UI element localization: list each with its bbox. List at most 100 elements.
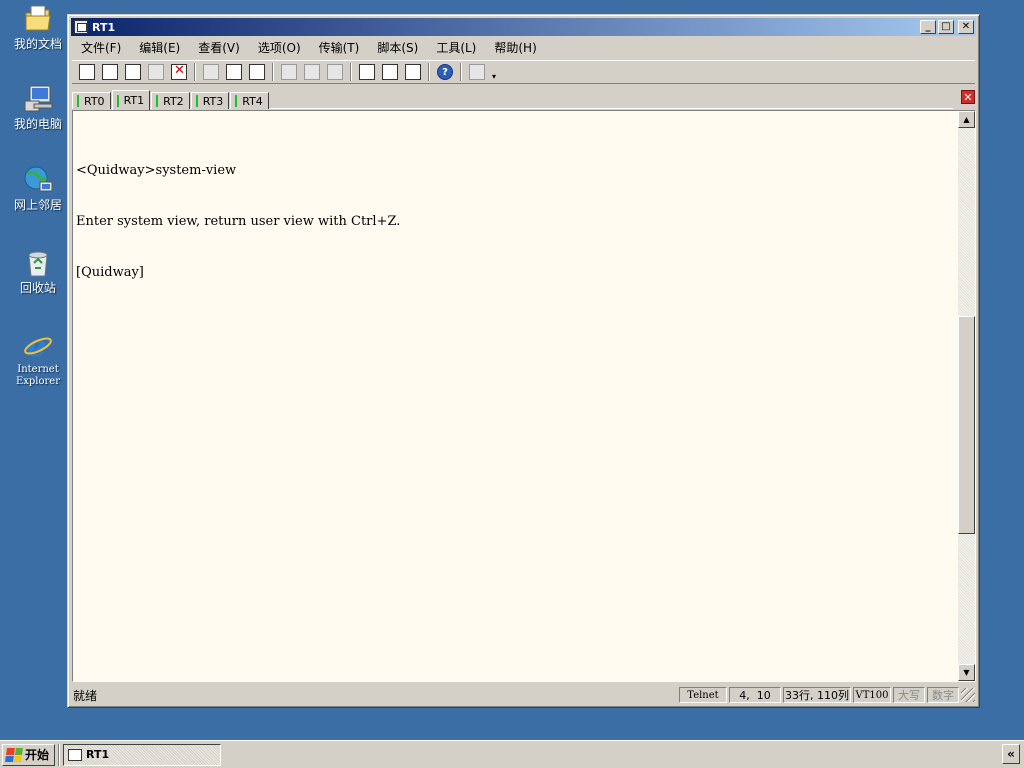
quick-connect-icon (102, 64, 118, 80)
tab-rt0[interactable]: RT0 (72, 92, 111, 109)
session-options-button[interactable] (356, 62, 378, 82)
window-titlebar[interactable]: RT1 _ □ ✕ (71, 18, 976, 36)
tab-status-indicator (77, 95, 79, 107)
disconnect-icon (171, 63, 187, 80)
desktop-icon-label: 网上邻居 (13, 198, 62, 212)
tab-status-indicator (116, 94, 119, 107)
status-num-lock: 数字 (927, 687, 959, 703)
menu-script[interactable]: 脚本(S) (368, 39, 427, 56)
terminal-line: Enter system view, return user view with… (76, 214, 401, 229)
printer-icon (327, 64, 343, 80)
tab-label: RT1 (123, 94, 145, 107)
desktop-icon-label: 我的文档 (13, 37, 62, 51)
status-caps-lock: 大写 (893, 687, 925, 703)
maximize-button[interactable]: □ (938, 20, 954, 34)
tab-label: RT4 (242, 94, 263, 108)
copy-icon (203, 64, 219, 80)
tab-label: RT2 (163, 94, 184, 108)
paste-icon (226, 64, 242, 80)
menu-view[interactable]: 查看(V) (189, 39, 249, 56)
menu-help[interactable]: 帮助(H) (485, 39, 545, 56)
start-button[interactable]: 开始 (2, 743, 56, 766)
tab-status-indicator (156, 95, 159, 107)
taskbar-item-rt1[interactable]: RT1 (63, 743, 222, 766)
recycle-bin-icon (21, 246, 55, 280)
tab-status-indicator (195, 95, 198, 107)
menu-edit[interactable]: 编辑(E) (130, 39, 189, 56)
help-icon: ? (437, 64, 453, 80)
vertical-scrollbar[interactable]: ▲ ▼ (958, 111, 975, 681)
session-options-icon (359, 64, 375, 80)
tab-rt2[interactable]: RT2 (151, 92, 190, 109)
tab-rt3[interactable]: RT3 (190, 92, 230, 109)
desktop-icon-my-computer[interactable]: 我的电脑 (4, 82, 72, 131)
print-screen-button[interactable] (301, 62, 323, 82)
quick-connect-button[interactable] (99, 62, 121, 82)
status-emulation: VT100 (853, 687, 891, 703)
reconnect-button[interactable] (145, 62, 167, 82)
status-terminal-size: 33行, 110列 (783, 687, 851, 703)
menu-file[interactable]: 文件(F) (72, 39, 130, 56)
tab-status-indicator (235, 95, 238, 107)
paste-button[interactable] (223, 62, 245, 82)
global-options-button[interactable] (379, 62, 401, 82)
print-button[interactable] (324, 62, 346, 82)
connect-in-tab-button[interactable] (122, 62, 144, 82)
window-layout-icon (469, 64, 485, 80)
toolbar-separator (460, 63, 462, 81)
windows-logo-icon (5, 747, 23, 762)
copy-button[interactable] (200, 62, 222, 82)
window-layout-button[interactable] (466, 62, 488, 82)
scroll-up-button[interactable]: ▲ (958, 111, 975, 128)
start-label: 开始 (25, 748, 50, 762)
taskbar-separator (58, 743, 61, 766)
arrow-down-icon: ▼ (963, 668, 970, 677)
desktop-icon-network[interactable]: 网上邻居 (4, 163, 72, 212)
menu-transfer[interactable]: 传输(T) (310, 39, 369, 56)
scroll-down-button[interactable]: ▼ (958, 664, 975, 681)
print-setup-button[interactable] (278, 62, 300, 82)
folder-documents-icon (21, 2, 55, 36)
close-button[interactable]: ✕ (958, 20, 974, 34)
toolbar-overflow-button[interactable]: ▾ (489, 62, 499, 82)
menu-options[interactable]: 选项(O) (249, 39, 310, 56)
toolbar-separator (350, 63, 352, 81)
disconnect-button[interactable] (168, 62, 190, 82)
connect-button[interactable] (76, 62, 98, 82)
desktop-icon-label: Internet Explorer (15, 364, 61, 387)
connect-icon (79, 64, 95, 80)
terminal-output: <Quidway>system-view Enter system view, … (76, 128, 956, 315)
desktop-icon-internet-explorer[interactable]: e Internet Explorer (4, 328, 72, 388)
tab-rt4[interactable]: RT4 (230, 92, 269, 109)
scroll-thumb[interactable] (958, 315, 975, 534)
key-icon (405, 64, 421, 80)
computer-icon (21, 82, 55, 116)
desktop-icon-label: 回收站 (19, 281, 56, 295)
gear-icon (382, 64, 398, 80)
help-button[interactable]: ? (434, 62, 456, 82)
tab-rt1[interactable]: RT1 (111, 90, 151, 110)
window-title: RT1 (92, 20, 116, 34)
tab-label: RT0 (84, 94, 105, 108)
menu-tools[interactable]: 工具(L) (427, 39, 485, 56)
session-tabbar: RT0 RT1 RT2 RT3 RT4 ✕ (72, 87, 975, 110)
close-tab-button[interactable]: ✕ (961, 90, 975, 104)
taskbar: 开始 RT1 « (0, 740, 1024, 768)
desktop-icon-my-documents[interactable]: 我的文档 (4, 2, 72, 51)
print-screen-icon (304, 64, 320, 80)
app-icon (74, 20, 88, 34)
toolbar-separator (272, 63, 274, 81)
terminal-line: <Quidway>system-view (76, 163, 237, 178)
internet-explorer-icon: e (21, 328, 55, 362)
print-setup-icon (281, 64, 297, 80)
find-button[interactable] (246, 62, 268, 82)
status-cursor-position: 4, 10 (729, 687, 781, 703)
resize-grip[interactable] (961, 688, 975, 702)
app-icon (68, 748, 83, 761)
minimize-button[interactable]: _ (920, 20, 936, 34)
tray-expand-button[interactable]: « (1002, 744, 1020, 764)
terminal-area[interactable]: <Quidway>system-view Enter system view, … (72, 110, 976, 682)
desktop-icon-recycle-bin[interactable]: 回收站 (4, 246, 72, 295)
keymap-button[interactable] (402, 62, 424, 82)
terminal-line: [Quidway] (76, 265, 144, 280)
